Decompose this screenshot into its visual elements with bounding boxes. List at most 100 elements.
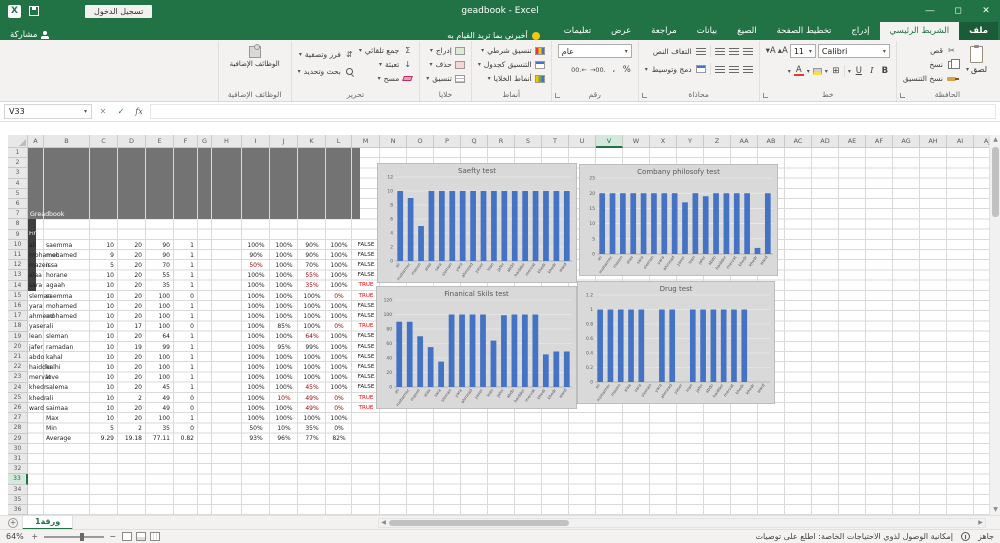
tab-file[interactable]: ملف [959,22,998,40]
insert-function-icon[interactable]: fx [132,107,146,116]
scroll-right-icon[interactable]: ▶ [976,519,985,527]
fill-color-icon[interactable] [812,67,822,75]
name-box[interactable]: V33 ▾ [4,104,92,119]
row-header-4[interactable]: 4 [8,178,28,189]
column-header-Y[interactable]: Y [677,135,704,148]
sheet-tab-active[interactable]: ورقة1 [22,515,74,530]
select-all-corner[interactable] [8,135,28,148]
signin-button[interactable]: تسجيل الدخول [85,4,153,18]
wrap-text-button[interactable]: التفاف النص [653,47,692,56]
wrap-text-icon[interactable] [695,47,706,55]
column-header-AC[interactable]: AC [785,135,812,148]
column-header-AF[interactable]: AF [866,135,893,148]
font-family-select[interactable]: Calibri ▾ [817,44,890,58]
column-header-W[interactable]: W [623,135,650,148]
row-header-14[interactable]: 14 [8,280,28,291]
column-header-Z[interactable]: Z [704,135,731,148]
scroll-down-icon[interactable]: ▼ [990,505,1000,515]
page-layout-view-icon[interactable] [135,532,146,541]
save-icon[interactable] [29,6,39,16]
column-header-AI[interactable]: AI [947,135,974,148]
row-header-36[interactable]: 36 [8,505,28,515]
italic-icon[interactable]: I [867,66,877,76]
row-header-7[interactable]: 7 [8,209,28,220]
column-header-AB[interactable]: AB [758,135,785,148]
column-header-H[interactable]: H [212,135,242,148]
dialog-launcher-icon[interactable] [641,93,647,98]
grow-font-button[interactable]: A▴ [778,46,788,56]
add-sheet-button[interactable]: + [8,517,18,528]
row-header-17[interactable]: 17 [8,311,28,322]
column-header-P[interactable]: P [434,135,461,148]
delete-cells-button[interactable]: حذف ▾ [426,58,465,71]
horizontal-scroll-thumb[interactable] [389,520,569,526]
horizontal-scrollbar[interactable]: ◀ ▶ [378,518,986,528]
dialog-launcher-icon[interactable] [762,93,768,98]
format-cells-button[interactable]: تنسيق ▾ [426,72,465,85]
column-header-AG[interactable]: AG [893,135,920,148]
chart-drug-test[interactable]: Drug test 0 0.2 0.4 0.6 0.8 1 1.2 ali mohamec maze… [577,281,775,404]
shrink-font-button[interactable]: A▾ [766,46,776,56]
align-middle-icon[interactable] [728,47,739,55]
column-header-AH[interactable]: AH [920,135,947,148]
autosum-button[interactable]: Σ جمع تلقائي ▾ [359,44,413,57]
cut-button[interactable]: ✂ قص [903,44,957,57]
excel-logo-icon[interactable]: X [8,4,21,18]
row-header-6[interactable]: 6 [8,199,28,210]
normal-view-icon[interactable] [121,532,132,541]
column-header-I[interactable]: I [242,135,270,148]
chart-finanical-skils-test[interactable]: Finanical Skils test 0 20 40 60 80 100 120 ali mo… [376,286,577,409]
column-header-AA[interactable]: AA [731,135,758,148]
row-header-9[interactable]: 9 [8,229,28,240]
sort-filter-button[interactable]: ⇵ فرز وتصفية ▾ [298,48,355,61]
row-header-8[interactable]: 8 [8,219,28,230]
column-header-J[interactable]: J [270,135,298,148]
row-header-5[interactable]: 5 [8,188,28,199]
bold-icon[interactable]: B [880,66,890,76]
cell-styles-button[interactable]: أنماط الخلايا ▾ [478,72,545,85]
enter-icon[interactable]: ✓ [114,107,128,116]
row-header-33[interactable]: 33 [8,474,28,485]
borders-icon[interactable]: ⊞ [831,66,841,76]
comma-style-icon[interactable]: ، [609,65,619,75]
align-top-icon[interactable] [742,47,753,55]
row-header-19[interactable]: 19 [8,331,28,342]
column-header-AJ[interactable]: AJ [974,135,989,148]
column-header-D[interactable]: D [118,135,146,148]
chart-saefty-test[interactable]: Saefty test 0 2 4 6 8 10 12 ali mohamec mazen alaa s… [377,163,577,283]
row-header-13[interactable]: 13 [8,270,28,281]
column-header-T[interactable]: T [542,135,569,148]
tab-review[interactable]: مراجعة [641,22,687,40]
align-bottom-icon[interactable] [714,47,725,55]
row-header-22[interactable]: 22 [8,362,28,373]
zoom-slider[interactable] [43,532,104,541]
tellme-search[interactable]: أخبرني بما تريد القيام به [447,31,540,42]
percent-style-icon[interactable]: % [622,65,632,75]
row-header-12[interactable]: 12 [8,260,28,271]
vertical-scroll-thumb[interactable] [992,147,999,217]
scroll-left-icon[interactable]: ◀ [379,519,388,527]
vertical-scrollbar[interactable]: ▲ ▼ [989,135,1000,515]
close-button[interactable]: ✕ [972,0,1000,22]
row-header-30[interactable]: 30 [8,443,28,454]
row-header-21[interactable]: 21 [8,352,28,363]
row-header-1[interactable]: 1 [8,148,28,159]
merge-center-button[interactable]: دمج وتوسيط [652,65,692,74]
row-header-18[interactable]: 18 [8,321,28,332]
insert-cells-button[interactable]: إدراج ▾ [426,44,465,57]
column-header-M[interactable]: M [352,135,380,148]
find-select-button[interactable]: بحث وتحديد ▾ [298,65,355,78]
number-format-select[interactable]: عام ▾ [557,44,632,58]
row-header-2[interactable]: 2 [8,158,28,169]
row-header-16[interactable]: 16 [8,301,28,312]
conditional-formatting-button[interactable]: تنسيق شرطي ▾ [478,44,545,57]
column-header-B[interactable]: B [44,135,90,148]
tab-help[interactable]: تعليمات [554,22,601,40]
column-header-V[interactable]: V [596,135,623,148]
accessibility-status[interactable]: إمكانية الوصول لذوي الاحتياجات الخاصة: ا… [756,532,953,541]
format-painter-button[interactable]: نسخ التنسيق [903,72,959,85]
paste-button[interactable]: لصق ▾ [961,44,992,76]
column-header-E[interactable]: E [146,135,174,148]
column-header-S[interactable]: S [515,135,542,148]
column-header-G[interactable]: G [198,135,212,148]
